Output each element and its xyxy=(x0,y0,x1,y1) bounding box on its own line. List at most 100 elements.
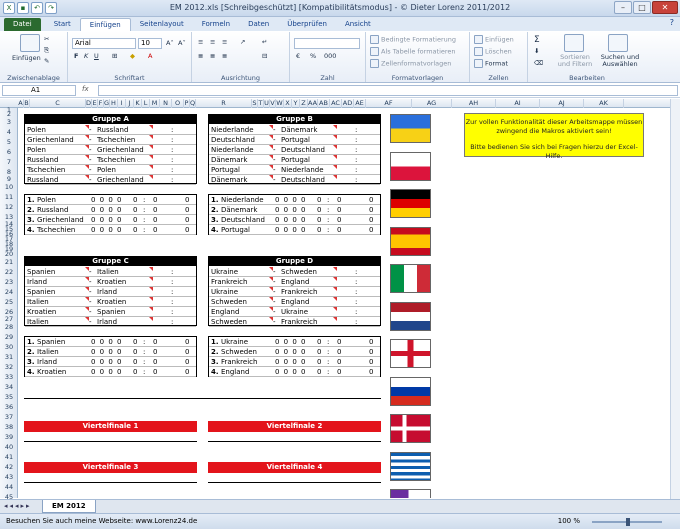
vertical-scrollbar[interactable] xyxy=(670,99,680,499)
sort-filter-button[interactable]: Sortieren und Filtern xyxy=(556,54,594,68)
align-center-icon[interactable]: ≣ xyxy=(210,52,215,60)
find-select-button[interactable]: Suchen und Auswählen xyxy=(598,54,642,68)
ribbon-tab-1[interactable]: Start xyxy=(45,18,80,31)
worksheet-grid[interactable]: Zur vollen Funktionalität dieser Arbeits… xyxy=(18,108,670,498)
row-header-42[interactable]: 42 xyxy=(0,462,18,472)
match-row[interactable]: Dänemark - Deutschland: xyxy=(209,175,380,185)
maximize-button[interactable]: □ xyxy=(633,1,651,14)
column-header-M[interactable]: M xyxy=(150,99,160,108)
format-as-table-button[interactable]: Als Tabelle formatieren xyxy=(370,47,456,56)
sheet-tab-em2012[interactable]: EM 2012 xyxy=(42,500,96,513)
match-row[interactable]: Irland - Kroatien: xyxy=(25,277,196,287)
match-row[interactable]: Niederlande - Deutschland: xyxy=(209,145,380,155)
standings-row[interactable]: 1. Ukraine 0 0 0 00:00 xyxy=(209,337,380,347)
match-row[interactable]: Griechenland - Tschechien: xyxy=(25,135,196,145)
font-size-select[interactable]: 10 xyxy=(138,38,162,49)
column-header-Z[interactable]: Z xyxy=(300,99,308,108)
match-row[interactable]: Ukraine - Frankreich: xyxy=(209,287,380,297)
row-header-39[interactable]: 39 xyxy=(0,432,18,442)
paste-icon[interactable] xyxy=(20,34,40,52)
cell-styles-button[interactable]: Zellenformatvorlagen xyxy=(370,59,451,68)
row-header-23[interactable]: 23 xyxy=(0,277,18,287)
column-header-C[interactable]: C xyxy=(30,99,86,108)
match-row[interactable]: Portugal - Niederlande: xyxy=(209,165,380,175)
row-header-38[interactable]: 38 xyxy=(0,422,18,432)
match-row[interactable]: Russland - Griechenland: xyxy=(25,175,196,185)
align-top-icon[interactable]: ≡ xyxy=(198,38,203,46)
row-header-25[interactable]: 25 xyxy=(0,297,18,307)
ribbon-tab-5[interactable]: Daten xyxy=(239,18,278,31)
row-header-40[interactable]: 40 xyxy=(0,442,18,452)
copy-icon[interactable]: ⎘ xyxy=(44,46,49,55)
sheet-nav-arrows-icon[interactable]: ◂◂◂▸▸ xyxy=(4,502,32,510)
row-header-12[interactable]: 12 xyxy=(0,202,18,212)
standings-row[interactable]: 4. England 0 0 0 00:00 xyxy=(209,367,380,377)
match-row[interactable]: Ukraine - Schweden: xyxy=(209,267,380,277)
match-row[interactable]: Polen - Griechenland: xyxy=(25,145,196,155)
insert-cells-button[interactable]: Einfügen xyxy=(474,35,514,44)
column-header-L[interactable]: L xyxy=(142,99,150,108)
column-header-R[interactable]: R xyxy=(196,99,252,108)
row-header-6[interactable]: 6 xyxy=(0,147,18,157)
row-header-34[interactable]: 34 xyxy=(0,382,18,392)
find-select-icon[interactable] xyxy=(608,34,628,52)
row-header-36[interactable]: 36 xyxy=(0,402,18,412)
font-color-icon[interactable]: A xyxy=(148,52,152,60)
match-row[interactable]: Spanien - Irland: xyxy=(25,287,196,297)
match-row[interactable]: Niederlande - Dänemark: xyxy=(209,125,380,135)
row-header-33[interactable]: 33 xyxy=(0,372,18,382)
column-header-O[interactable]: O xyxy=(172,99,184,108)
ribbon-tab-6[interactable]: Überprüfen xyxy=(278,18,336,31)
column-header-AI[interactable]: AI xyxy=(496,99,540,108)
match-row[interactable]: Italien - Irland: xyxy=(25,317,196,327)
standings-row[interactable]: 2. Schweden 0 0 0 00:00 xyxy=(209,347,380,357)
standings-row[interactable]: 4. Tschechien 0 0 0 00:00 xyxy=(25,225,196,235)
format-cells-button[interactable]: Format xyxy=(474,59,508,68)
row-header-4[interactable]: 4 xyxy=(0,127,18,137)
row-header-35[interactable]: 35 xyxy=(0,392,18,402)
column-header-AD[interactable]: AD xyxy=(342,99,354,108)
conditional-format-button[interactable]: Bedingte Formatierung xyxy=(370,35,456,44)
column-header-K[interactable]: K xyxy=(134,99,142,108)
standings-row[interactable]: 4. Portugal 0 0 0 00:00 xyxy=(209,225,380,235)
align-middle-icon[interactable]: ≡ xyxy=(210,38,215,46)
column-header-AE[interactable]: AE xyxy=(354,99,366,108)
column-header-AC[interactable]: AC xyxy=(330,99,342,108)
paste-button[interactable]: Einfügen xyxy=(12,54,41,62)
column-header-W[interactable]: W xyxy=(276,99,284,108)
standings-row[interactable]: 1. Niederlande 0 0 0 00:00 xyxy=(209,195,380,205)
match-row[interactable]: Frankreich - England: xyxy=(209,277,380,287)
border-icon[interactable]: ⊞ xyxy=(112,52,117,60)
currency-icon[interactable]: € xyxy=(296,52,300,60)
zoom-level[interactable]: 100 % xyxy=(558,514,580,529)
autosum-button[interactable]: Σ xyxy=(534,35,540,45)
standings-row[interactable]: 2. Russland 0 0 0 00:00 xyxy=(25,205,196,215)
sort-filter-icon[interactable] xyxy=(564,34,584,52)
match-row[interactable]: England - Ukraine: xyxy=(209,307,380,317)
align-right-icon[interactable]: ≣ xyxy=(222,52,227,60)
row-header-30[interactable]: 30 xyxy=(0,342,18,352)
standings-row[interactable]: 3. Griechenland 0 0 0 00:00 xyxy=(25,215,196,225)
thousands-icon[interactable]: 000 xyxy=(324,52,336,60)
percent-icon[interactable]: % xyxy=(310,52,316,60)
close-button[interactable]: ✕ xyxy=(652,1,678,14)
align-bottom-icon[interactable]: ≡ xyxy=(222,38,227,46)
column-header-Y[interactable]: Y xyxy=(292,99,300,108)
row-header-31[interactable]: 31 xyxy=(0,352,18,362)
standings-row[interactable]: 2. Dänemark 0 0 0 00:00 xyxy=(209,205,380,215)
cut-icon[interactable]: ✂ xyxy=(44,35,49,43)
underline-button[interactable]: U xyxy=(94,52,99,60)
match-row[interactable]: Schweden - England: xyxy=(209,297,380,307)
fill-icon[interactable]: ⬇ xyxy=(534,47,539,55)
match-row[interactable]: Tschechien - Polen: xyxy=(25,165,196,175)
column-header-AA[interactable]: AA xyxy=(308,99,318,108)
delete-cells-button[interactable]: Löschen xyxy=(474,47,512,56)
row-header-29[interactable]: 29 xyxy=(0,332,18,342)
row-header-22[interactable]: 22 xyxy=(0,267,18,277)
match-row[interactable]: Schweden - Frankreich: xyxy=(209,317,380,327)
row-header-41[interactable]: 41 xyxy=(0,452,18,462)
match-row[interactable]: Deutschland - Portugal: xyxy=(209,135,380,145)
column-header-N[interactable]: N xyxy=(160,99,172,108)
font-name-select[interactable]: Arial xyxy=(72,38,136,49)
minimize-button[interactable]: – xyxy=(614,1,632,14)
